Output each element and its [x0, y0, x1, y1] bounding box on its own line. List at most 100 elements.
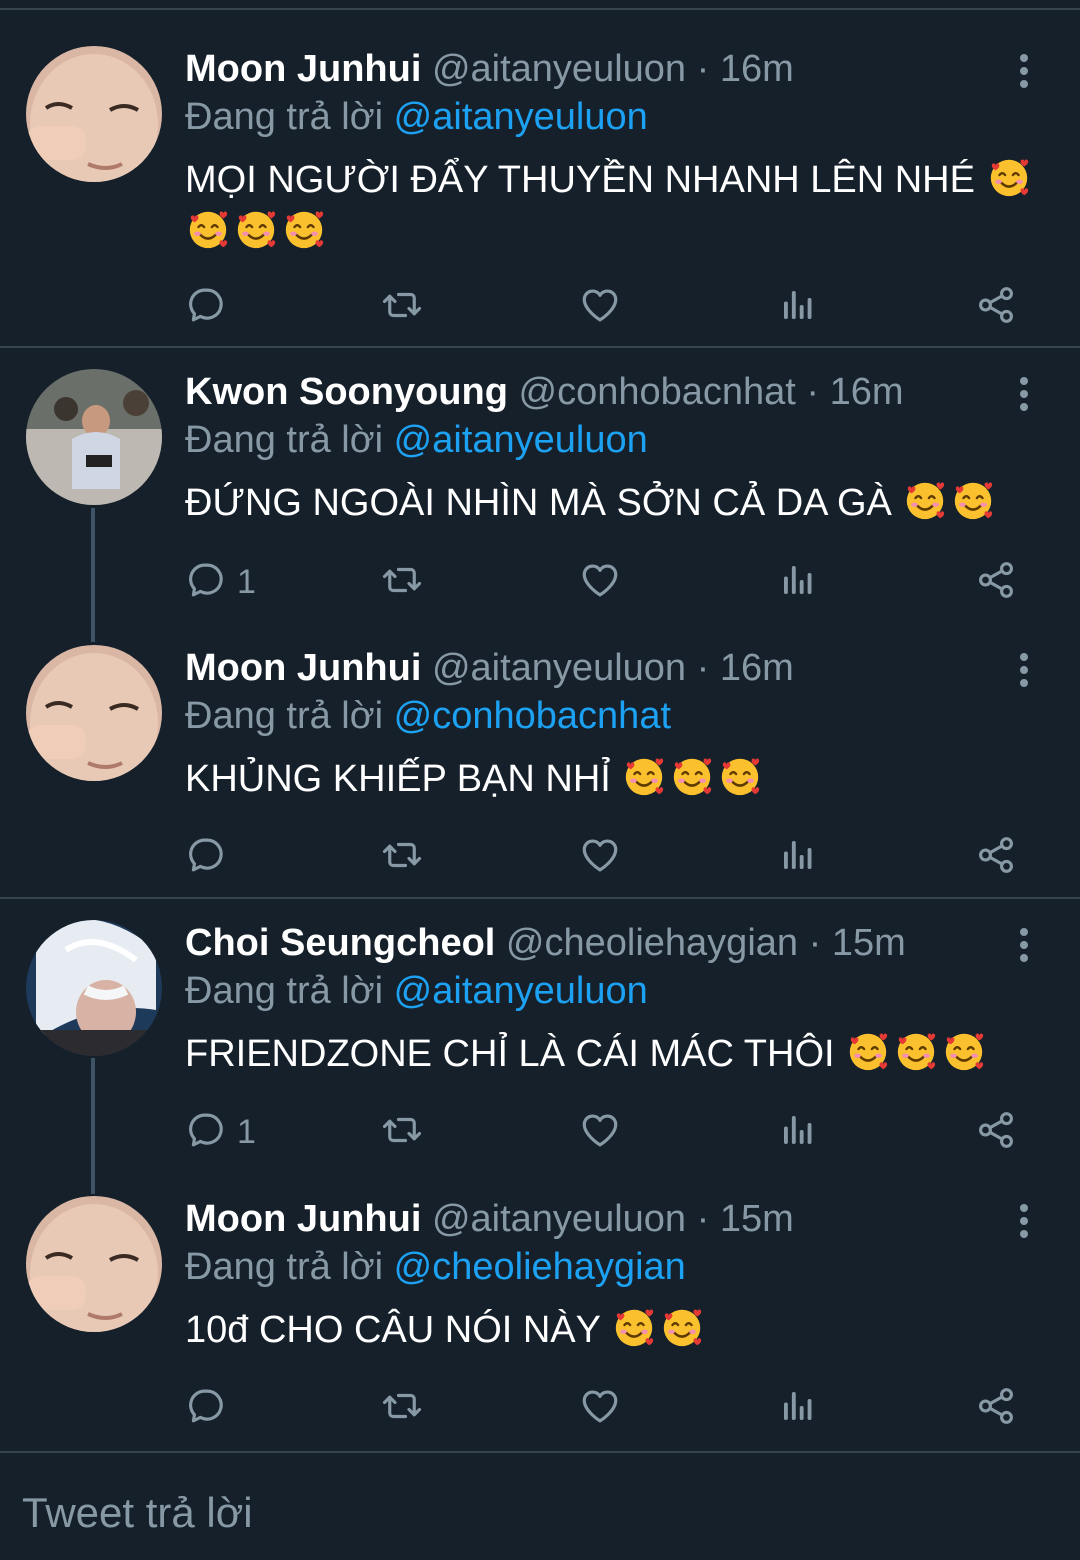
reply-button[interactable]: 1	[185, 557, 256, 607]
tweet-actions	[185, 1383, 1025, 1433]
share-icon	[975, 284, 1017, 331]
more-vertical-icon[interactable]	[1010, 375, 1038, 413]
display-name[interactable]: Moon Junhui	[185, 48, 421, 90]
tweet-text: 10đ CHO CÂU NÓI NÀY	[185, 1304, 1045, 1356]
avatar-soonyoung[interactable]	[26, 369, 162, 505]
like-button[interactable]	[579, 832, 621, 882]
more-vertical-icon[interactable]	[1010, 651, 1038, 689]
share-button[interactable]	[975, 1383, 1017, 1433]
mention-link[interactable]: @aitanyeuluon	[394, 96, 648, 138]
avatar-seungcheol[interactable]	[26, 920, 162, 1056]
retweet-icon	[381, 1385, 423, 1432]
analytics-button[interactable]	[777, 1107, 819, 1157]
analytics-icon	[777, 284, 819, 331]
reply-button[interactable]	[185, 282, 237, 332]
reply-button[interactable]	[185, 1383, 237, 1433]
avatar-junhui[interactable]	[26, 46, 162, 182]
smiling-face-with-hearts-icon	[902, 477, 948, 523]
reply-button[interactable]	[185, 832, 237, 882]
share-button[interactable]	[975, 832, 1017, 882]
smiling-face-with-hearts-icon	[281, 206, 327, 252]
replying-prefix: Đang trả lời	[185, 695, 384, 737]
divider	[0, 897, 1080, 899]
separator-dot: ·	[696, 647, 710, 689]
more-vertical-icon[interactable]	[1010, 1202, 1038, 1240]
timestamp[interactable]: 16m	[720, 48, 794, 90]
tweet-text-content: KHỦNG KHIẾP BẠN NHỈ	[185, 758, 611, 800]
retweet-button[interactable]	[381, 557, 423, 607]
mention-link[interactable]: @aitanyeuluon	[394, 419, 648, 461]
separator-dot: ·	[806, 371, 820, 413]
mention-link[interactable]: @cheoliehaygian	[394, 1246, 686, 1288]
username[interactable]: @aitanyeuluon	[432, 1198, 686, 1240]
mention-link[interactable]: @conhobacnhat	[394, 695, 671, 737]
mention-link[interactable]: @aitanyeuluon	[394, 970, 648, 1012]
display-name[interactable]: Moon Junhui	[185, 1198, 421, 1240]
retweet-icon	[381, 559, 423, 606]
retweet-button[interactable]	[381, 1383, 423, 1433]
tweet-header: Choi Seungcheol @cheoliehaygian · 15m	[185, 920, 906, 966]
reply-icon	[185, 559, 227, 606]
replying-to: Đang trả lời @conhobacnhat	[185, 693, 671, 739]
display-name[interactable]: Choi Seungcheol	[185, 922, 495, 964]
tweet-actions: 1	[185, 1107, 1025, 1157]
share-button[interactable]	[975, 282, 1017, 332]
tweet-text-content: 10đ CHO CÂU NÓI NÀY	[185, 1309, 601, 1351]
username[interactable]: @cheoliehaygian	[506, 922, 798, 964]
tweet-text: MỌI NGƯỜI ĐẨY THUYỀN NHANH LÊN NHÉ	[185, 154, 1045, 258]
timestamp[interactable]: 16m	[720, 647, 794, 689]
analytics-button[interactable]	[777, 557, 819, 607]
share-button[interactable]	[975, 1107, 1017, 1157]
more-vertical-icon[interactable]	[1010, 52, 1038, 90]
like-button[interactable]	[579, 1107, 621, 1157]
emoji-group	[845, 1033, 989, 1075]
tweet-text: ĐỨNG NGOÀI NHÌN MÀ SỞN CẢ DA GÀ	[185, 477, 1045, 529]
smiling-face-with-hearts-icon	[611, 1304, 657, 1350]
display-name[interactable]: Kwon Soonyoung	[185, 371, 508, 413]
reply-icon	[185, 834, 227, 881]
username[interactable]: @aitanyeuluon	[432, 647, 686, 689]
analytics-button[interactable]	[777, 282, 819, 332]
share-icon	[975, 834, 1017, 881]
tweet-text-content: FRIENDZONE CHỈ LÀ CÁI MÁC THÔI	[185, 1033, 835, 1075]
separator-dot: ·	[696, 48, 710, 90]
share-icon	[975, 559, 1017, 606]
timestamp[interactable]: 16m	[830, 371, 904, 413]
top-border	[0, 8, 1080, 10]
tweet-actions	[185, 282, 1025, 332]
analytics-button[interactable]	[777, 1383, 819, 1433]
reply-button[interactable]: 1	[185, 1107, 256, 1157]
smiling-face-with-hearts-icon	[845, 1028, 891, 1074]
like-button[interactable]	[579, 1383, 621, 1433]
share-icon	[975, 1109, 1017, 1156]
smiling-face-with-hearts-icon	[986, 154, 1032, 200]
tweet-header: Moon Junhui @aitanyeuluon · 16m	[185, 46, 794, 92]
avatar-junhui[interactable]	[26, 1196, 162, 1332]
tweet-header: Moon Junhui @aitanyeuluon · 15m	[185, 1196, 794, 1242]
share-button[interactable]	[975, 557, 1017, 607]
retweet-button[interactable]	[381, 1107, 423, 1157]
username[interactable]: @conhobacnhat	[519, 371, 796, 413]
timestamp[interactable]: 15m	[720, 1198, 794, 1240]
emoji-group	[621, 758, 765, 800]
retweet-button[interactable]	[381, 282, 423, 332]
tweet-header: Kwon Soonyoung @conhobacnhat · 16m	[185, 369, 904, 415]
separator-dot: ·	[808, 922, 822, 964]
timestamp[interactable]: 15m	[832, 922, 906, 964]
username[interactable]: @aitanyeuluon	[432, 48, 686, 90]
replying-prefix: Đang trả lời	[185, 970, 384, 1012]
like-button[interactable]	[579, 557, 621, 607]
emoji-group	[902, 482, 998, 524]
reply-icon	[185, 284, 227, 331]
tweet-actions	[185, 832, 1025, 882]
display-name[interactable]: Moon Junhui	[185, 647, 421, 689]
share-icon	[975, 1385, 1017, 1432]
smiling-face-with-hearts-icon	[669, 753, 715, 799]
more-vertical-icon[interactable]	[1010, 926, 1038, 964]
analytics-icon	[777, 1385, 819, 1432]
avatar-junhui[interactable]	[26, 645, 162, 781]
reply-input[interactable]	[22, 1489, 1022, 1537]
retweet-button[interactable]	[381, 832, 423, 882]
like-button[interactable]	[579, 282, 621, 332]
analytics-button[interactable]	[777, 832, 819, 882]
